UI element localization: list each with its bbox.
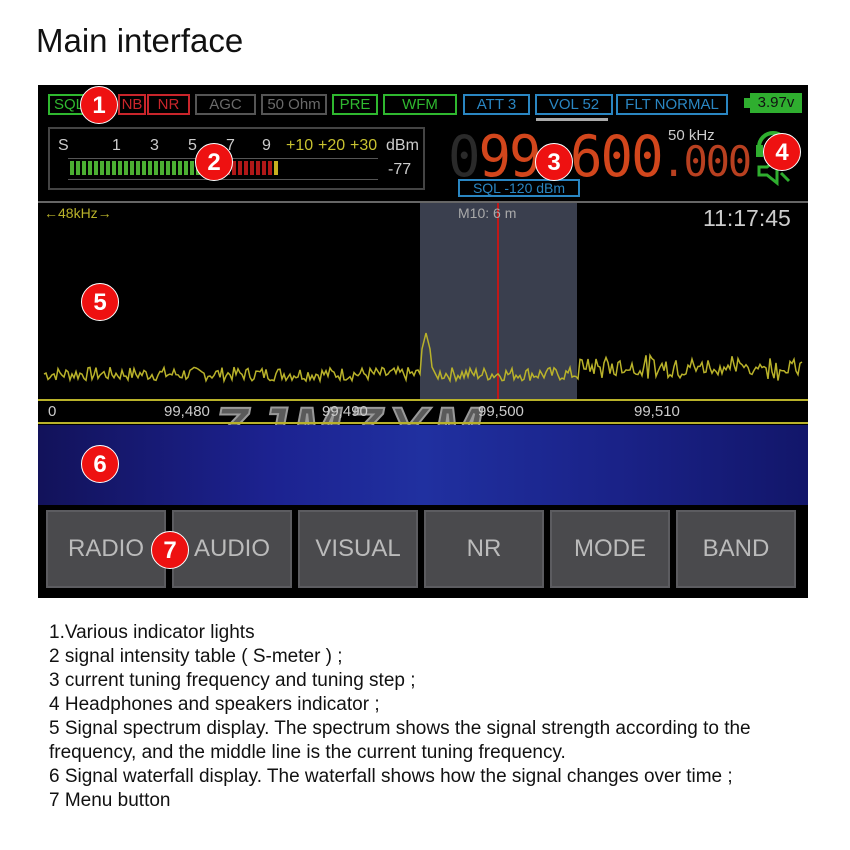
indicator-vol-52: VOL 52: [535, 94, 613, 115]
indicator-50-ohm: 50 Ohm: [261, 94, 327, 115]
s-meter-segment: [286, 161, 290, 175]
callout-badge: 1: [80, 86, 118, 124]
s-meter-segment: [298, 161, 302, 175]
freq-tick: 99,490: [322, 403, 368, 420]
spectrum-display[interactable]: [38, 203, 808, 403]
s-meter-segment: [142, 161, 146, 175]
s-meter-segment: [160, 161, 164, 175]
battery-indicator: 3.97v: [744, 93, 802, 113]
menu-band-button[interactable]: BAND: [676, 510, 796, 588]
s-meter-segment: [88, 161, 92, 175]
indicator-att-3: ATT 3: [463, 94, 530, 115]
s-meter-segment: [70, 161, 74, 175]
s-meter-bars: [70, 161, 302, 175]
s-unit: dBm: [386, 137, 419, 154]
note-line: 2 signal intensity table ( S-meter ) ;: [49, 646, 343, 667]
note-line: 4 Headphones and speakers indicator ;: [49, 694, 380, 715]
indicator-nb: NB: [118, 94, 146, 115]
radio-screen: SQL NB NR AGC 50 Ohm PRE WFM ATT 3 VOL 52 FLT NOR…: [38, 85, 808, 598]
s-meter-segment: [274, 161, 278, 175]
s-tick: 5: [188, 137, 197, 154]
note-line: 1.Various indicator lights: [49, 622, 255, 643]
s-meter-segment: [166, 161, 170, 175]
s-tick: +20: [318, 137, 346, 154]
s-meter-segment: [256, 161, 260, 175]
s-tick: 1: [112, 137, 121, 154]
frequency-fraction: .000: [661, 138, 752, 187]
s-meter-segment: [154, 161, 158, 175]
s-tick: +30: [350, 137, 378, 154]
s-meter-segment: [268, 161, 272, 175]
s-label: S: [58, 137, 69, 154]
s-meter-segment: [280, 161, 284, 175]
indicator-agc: AGC: [195, 94, 256, 115]
legend-notes: 1.Various indicator lights 2 signal inten…: [49, 621, 829, 813]
s-tick: 3: [150, 137, 159, 154]
spectrum-trace: [43, 332, 803, 384]
s-meter-segment: [94, 161, 98, 175]
indicator-nr: NR: [147, 94, 190, 115]
indicator-pre: PRE: [332, 94, 378, 115]
note-line: 6 Signal waterfall display. The waterfal…: [49, 766, 733, 787]
s-meter-segment: [82, 161, 86, 175]
s-meter-segment: [172, 161, 176, 175]
volume-underline: [536, 118, 608, 121]
s-meter-segment: [238, 161, 242, 175]
callout-badge: 2: [195, 143, 233, 181]
signal-dbm: -77: [388, 161, 412, 178]
s-tick: 9: [262, 137, 271, 154]
s-meter-segment: [244, 161, 248, 175]
s-meter-segment: [262, 161, 266, 175]
tuning-step: 50 kHz: [668, 127, 715, 144]
freq-tick: 99,480: [164, 403, 210, 420]
callout-badge: 4: [763, 133, 801, 171]
menu-mode-button[interactable]: MODE: [550, 510, 670, 588]
squelch-level: SQL -120 dBm: [458, 179, 580, 197]
s-meter-segment: [124, 161, 128, 175]
callout-badge: 3: [535, 143, 573, 181]
s-meter-segment: [190, 161, 194, 175]
s-meter-segment: [112, 161, 116, 175]
freq-tick: 0: [48, 403, 57, 420]
callout-badge: 7: [151, 531, 189, 569]
s-meter-segment: [118, 161, 122, 175]
s-meter-segment: [136, 161, 140, 175]
s-meter-segment: [106, 161, 110, 175]
menu-visual-button[interactable]: VISUAL: [298, 510, 418, 588]
s-meter-segment: [178, 161, 182, 175]
callout-badge: 6: [81, 445, 119, 483]
s-meter-segment: [292, 161, 296, 175]
indicator-wfm: WFM: [383, 94, 457, 115]
s-tick: +10: [286, 137, 314, 154]
s-meter-segment: [184, 161, 188, 175]
freq-tick: 99,510: [634, 403, 680, 420]
menu-radio-button[interactable]: RADIO: [46, 510, 166, 588]
s-meter: S 1 3 5 7 9 +10 +20 +30 dBm -77: [48, 127, 425, 190]
note-line: 3 current tuning frequency and tuning st…: [49, 670, 416, 691]
note-line: 7 Menu button: [49, 790, 171, 811]
s-meter-segment: [250, 161, 254, 175]
s-meter-segment: [100, 161, 104, 175]
note-line: 5 Signal spectrum display. The spectrum …: [49, 718, 751, 763]
callout-badge: 5: [81, 283, 119, 321]
menu-audio-button[interactable]: AUDIO: [172, 510, 292, 588]
indicator-flt-normal: FLT NORMAL: [616, 94, 728, 115]
page-title: Main interface: [36, 22, 244, 59]
s-meter-segment: [130, 161, 134, 175]
freq-tick: 99,500: [478, 403, 524, 420]
s-meter-segment: [76, 161, 80, 175]
axis-line: [38, 422, 808, 424]
s-meter-segment: [148, 161, 152, 175]
waterfall-display[interactable]: [38, 425, 808, 505]
menu-nr-button[interactable]: NR: [424, 510, 544, 588]
